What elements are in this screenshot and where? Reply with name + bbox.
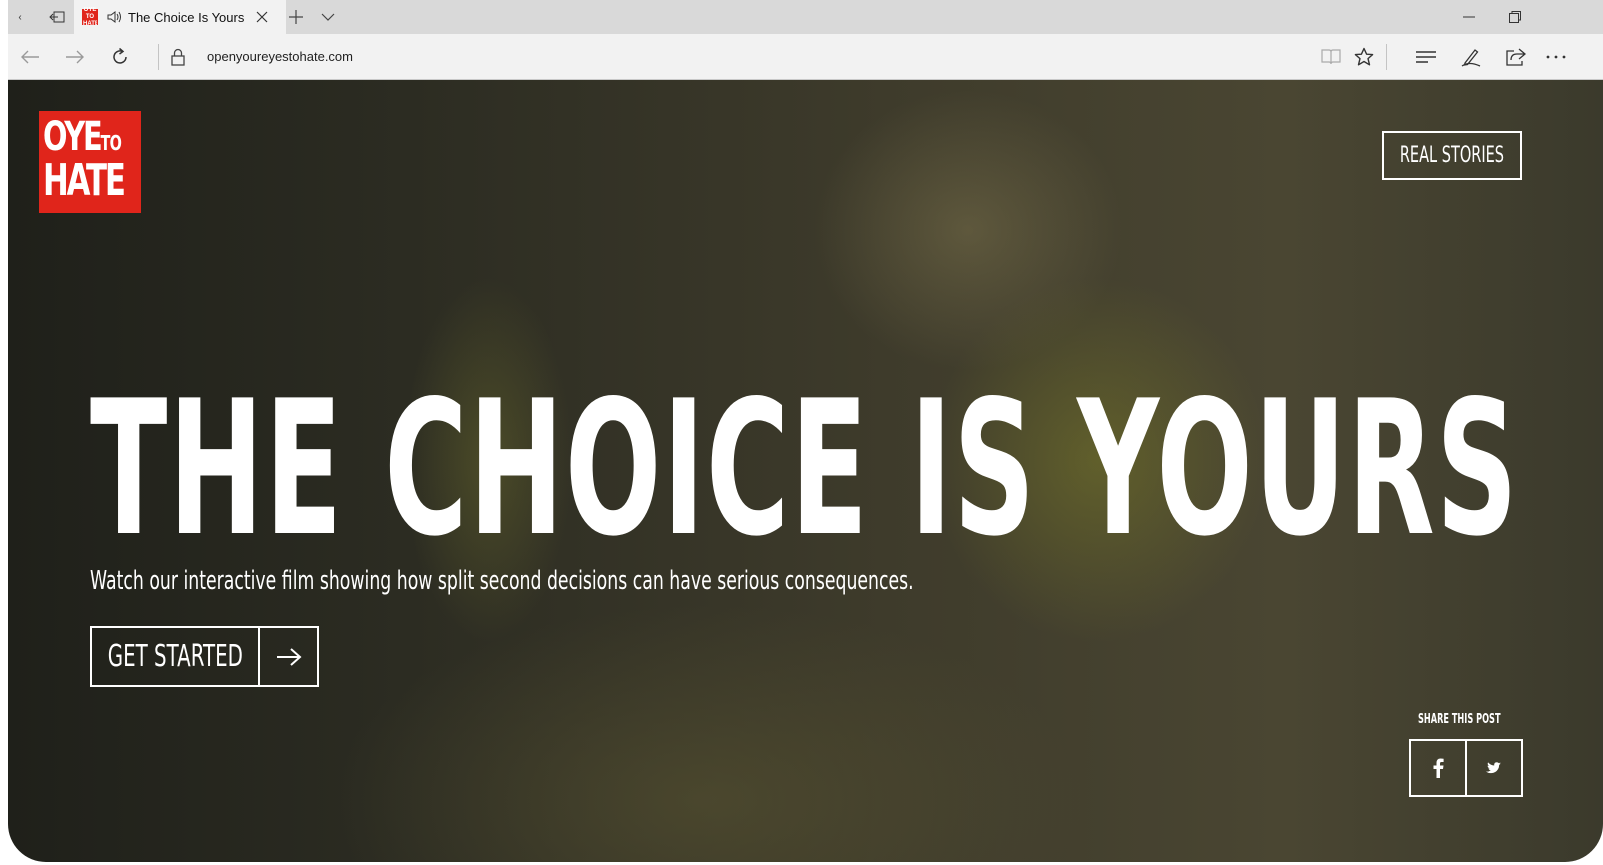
get-started-label-box[interactable]: GET STARTED xyxy=(92,628,260,685)
hero-headline: THE CHOICE IS YOURS xyxy=(90,360,1519,577)
more-icon[interactable] xyxy=(1544,40,1568,74)
refresh-icon[interactable] xyxy=(103,40,137,74)
real-stories-button[interactable]: REAL STORIES xyxy=(1382,131,1522,180)
tab-preview-chevron-icon[interactable] xyxy=(316,0,340,34)
site-logo[interactable]: OYETO HATE xyxy=(39,111,141,213)
new-tab-icon[interactable] xyxy=(286,0,306,34)
favicon-text: OYE TO HATE xyxy=(83,6,97,27)
web-note-icon[interactable] xyxy=(1454,40,1488,74)
share-buttons xyxy=(1409,739,1523,797)
logo-text-to: TO xyxy=(100,131,122,155)
site-favicon: OYE TO HATE xyxy=(82,6,98,27)
logo-line1: OYETO xyxy=(43,114,122,160)
reading-view-icon[interactable] xyxy=(1314,40,1348,74)
hero-subtitle: Watch our interactive film showing how s… xyxy=(90,566,914,596)
share-icon[interactable] xyxy=(1499,40,1533,74)
favorite-star-icon[interactable] xyxy=(1347,40,1381,74)
speaker-icon[interactable] xyxy=(106,10,122,24)
twitter-icon[interactable] xyxy=(1467,741,1521,795)
lock-icon[interactable] xyxy=(161,40,195,74)
logo-line2: HATE xyxy=(43,155,126,206)
hero-section: OYETO HATE REAL STORIES THE CHOICE IS YO… xyxy=(8,80,1603,862)
active-tab[interactable]: OYE TO HATE The Choice Is Yours xyxy=(74,0,286,34)
forward-icon[interactable] xyxy=(58,40,92,74)
arrow-right-icon[interactable] xyxy=(260,628,317,685)
toolbar-divider xyxy=(158,44,159,70)
hub-icon[interactable] xyxy=(1409,40,1443,74)
minimize-icon[interactable] xyxy=(1452,0,1486,34)
share-label: SHARE THIS POST xyxy=(1418,712,1501,727)
address-bar-url[interactable]: openyoureyestohate.com xyxy=(207,49,353,64)
toolbar-divider xyxy=(1386,44,1387,70)
set-tabs-aside-icon[interactable] xyxy=(42,0,72,34)
tab-title: The Choice Is Yours xyxy=(128,9,245,25)
real-stories-label: REAL STORIES xyxy=(1399,143,1505,168)
tab-strip: ‹ OYE TO HATE The Choice Is Yours xyxy=(8,0,1603,34)
get-started-label: GET STARTED xyxy=(107,639,243,674)
restore-icon[interactable] xyxy=(1498,0,1532,34)
back-icon[interactable] xyxy=(13,40,47,74)
facebook-icon[interactable] xyxy=(1411,741,1467,795)
logo-text-oye: OYE xyxy=(43,114,103,160)
close-tab-icon[interactable] xyxy=(256,11,268,23)
get-started-button[interactable]: GET STARTED xyxy=(90,626,319,687)
navigation-bar: openyoureyestohate.com xyxy=(8,34,1603,80)
tab-scroll-icon[interactable]: ‹ xyxy=(12,0,28,34)
browser-window: ‹ OYE TO HATE The Choice Is Yours openyo… xyxy=(8,0,1603,862)
